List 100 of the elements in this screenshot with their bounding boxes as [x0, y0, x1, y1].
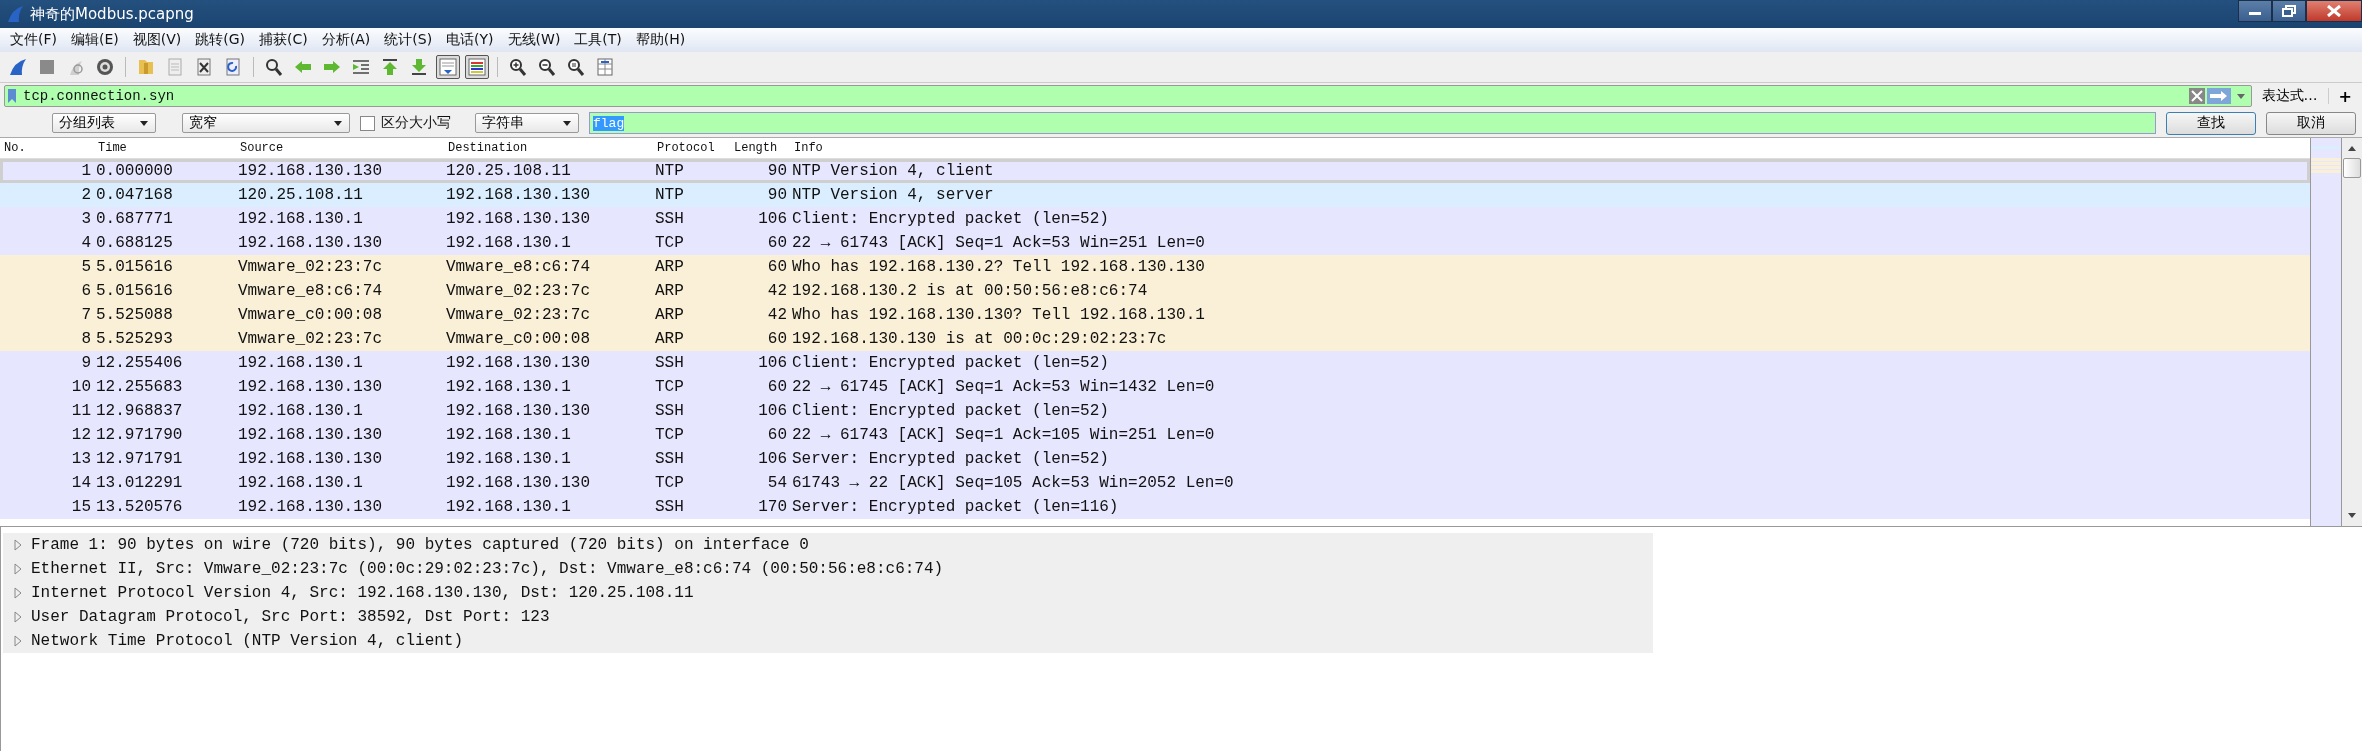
clear-icon[interactable] — [2188, 88, 2205, 104]
table-cell-text: Who has 192.168.130.2? Tell 192.168.130.130 — [791, 258, 1206, 276]
packet-row[interactable]: 14 13.012291 192.168.130.1 192.168.130.130 TCP 54 61743 → 22 [ACK] Seq=105 Ack=53 Win=2052 Len=0 — [0, 471, 2310, 495]
menu-item[interactable]: 统计(S) — [378, 31, 441, 49]
table-cell-text: 5.525088 — [95, 306, 174, 324]
column-header[interactable]: No. — [0, 141, 94, 155]
packet-row[interactable]: 3 0.687771 192.168.130.1 192.168.130.130 SSH 106 Client: Encrypted packet (len=52) — [0, 207, 2310, 231]
cancel-button[interactable]: 取消 — [2266, 111, 2356, 135]
table-cell-text: 42 — [766, 306, 788, 324]
table-cell-text: Server: Encrypted packet (len=116) — [791, 498, 1120, 516]
find-button[interactable]: 查找 — [2166, 111, 2256, 135]
table-cell-text: 192.168.130.130 — [237, 234, 384, 252]
table-cell-text: 1 — [80, 162, 92, 180]
display-filter-field[interactable]: tcp.connection.syn — [4, 85, 2252, 107]
table-cell-text: 15 — [70, 498, 92, 516]
character-width-dropdown[interactable]: 宽窄 — [182, 113, 350, 133]
table-cell-text: Client: Encrypted packet (len=52) — [791, 354, 1110, 372]
minimize-button[interactable] — [2238, 0, 2272, 22]
menu-item[interactable]: 工具(T) — [568, 31, 630, 49]
table-cell-text: SSH — [654, 498, 685, 516]
table-cell-text: 5.015616 — [95, 282, 174, 300]
table-cell-text: 192.168.130.1 — [445, 378, 572, 396]
table-cell-text: Vmware_c0:00:08 — [445, 330, 592, 348]
colorize-icon[interactable] — [465, 55, 489, 79]
packet-row[interactable]: 12 12.971790 192.168.130.130 192.168.130.1 TCP 60 22 → 61743 [ACK] Seq=1 Ack=105 Win=251 Len=0 — [0, 423, 2310, 447]
detail-item[interactable]: Network Time Protocol (NTP Version 4, client) — [31, 632, 464, 650]
table-cell-text: 12.971790 — [95, 426, 184, 444]
table-cell-text: SSH — [654, 450, 685, 468]
packet-row[interactable]: 2 0.047168 120.25.108.11 192.168.130.130 NTP 90 NTP Version 4, server — [0, 183, 2310, 207]
column-header[interactable]: Length — [732, 141, 790, 155]
collapsed-arrow-icon[interactable] — [13, 587, 23, 599]
table-cell-text: 192.168.130.1 — [237, 354, 364, 372]
table-cell-text: 22 → 61743 [ACK] Seq=1 Ack=105 Win=251 Len=0 — [791, 426, 1216, 444]
table-cell-text: 14 — [70, 474, 92, 492]
column-header[interactable]: Destination — [444, 141, 653, 155]
column-header[interactable]: Info — [790, 141, 2310, 155]
menu-item[interactable]: 跳转(G) — [189, 31, 254, 49]
table-cell-text: 22 → 61743 [ACK] Seq=1 Ack=53 Win=251 Len=0 — [791, 234, 1206, 252]
packet-row[interactable]: 15 13.520576 192.168.130.130 192.168.130.1 SSH 170 Server: Encrypted packet (len=116) — [0, 495, 2310, 519]
menu-item[interactable]: 无线(W) — [501, 31, 569, 49]
scroll-up-icon[interactable] — [2347, 144, 2357, 152]
packet-row[interactable]: 7 5.525088 Vmware_c0:00:08 Vmware_02:23:7c ARP 42 Who has 192.168.130.130? Tell 192.168.130.1 — [0, 303, 2310, 327]
table-cell-text: 192.168.130.130 — [445, 186, 592, 204]
table-cell-text: 90 — [766, 186, 788, 204]
scroll-down-icon[interactable] — [2347, 512, 2357, 520]
table-cell-text: 12.971791 — [95, 450, 184, 468]
menu-item[interactable]: 文件(F) — [4, 31, 65, 49]
table-cell-text: Client: Encrypted packet (len=52) — [791, 402, 1110, 420]
table-cell-text: 10 — [70, 378, 92, 396]
column-header[interactable]: Time — [94, 141, 236, 155]
packet-row[interactable]: 6 5.015616 Vmware_e8:c6:74 Vmware_02:23:7c ARP 42 192.168.130.2 is at 00:50:56:e8:c6:74 — [0, 279, 2310, 303]
restore-icon — [2282, 5, 2296, 17]
table-cell-text: NTP Version 4, client — [791, 162, 995, 180]
menu-item[interactable]: 编辑(E) — [65, 31, 127, 49]
packet-row[interactable]: 10 12.255683 192.168.130.130 192.168.130.1 TCP 60 22 → 61745 [ACK] Seq=1 Ack=53 Win=1432 Len=0 — [0, 375, 2310, 399]
packet-row[interactable]: 8 5.525293 Vmware_02:23:7c Vmware_c0:00:08 ARP 60 192.168.130.130 is at 00:0c:29:02:23:7c — [0, 327, 2310, 351]
table-cell-text: Vmware_02:23:7c — [445, 282, 592, 300]
menu-item[interactable]: 视图(V) — [126, 31, 190, 49]
table-cell-text: 192.168.130.1 — [237, 402, 364, 420]
collapsed-arrow-icon[interactable] — [13, 563, 23, 575]
restore-button[interactable] — [2272, 0, 2306, 22]
packet-row[interactable]: 5 5.015616 Vmware_02:23:7c Vmware_e8:c6:74 ARP 60 Who has 192.168.130.2? Tell 192.168.130.130 — [0, 255, 2310, 279]
packet-row[interactable]: 4 0.688125 192.168.130.130 192.168.130.1 TCP 60 22 → 61743 [ACK] Seq=1 Ack=53 Win=251 Len=0 — [0, 231, 2310, 255]
table-cell-text: 13 — [70, 450, 92, 468]
collapsed-arrow-icon[interactable] — [13, 611, 23, 623]
table-cell-text: 0.688125 — [95, 234, 174, 252]
table-cell-text: 192.168.130.1 — [445, 498, 572, 516]
packet-row[interactable]: 9 12.255406 192.168.130.1 192.168.130.130 SSH 106 Client: Encrypted packet (len=52) — [0, 351, 2310, 375]
menu-item[interactable]: 分析(A) — [315, 31, 379, 49]
menu-item[interactable]: 捕获(C) — [253, 31, 316, 49]
table-cell-text: Vmware_c0:00:08 — [237, 306, 384, 324]
table-cell-text: 7 — [80, 306, 92, 324]
table-cell-text: Who has 192.168.130.130? Tell 192.168.130.1 — [791, 306, 1206, 324]
collapsed-arrow-icon[interactable] — [13, 635, 23, 647]
table-cell-text: TCP — [654, 234, 685, 252]
table-cell-text: 0.047168 — [95, 186, 174, 204]
table-cell-text: 60 — [766, 378, 788, 396]
table-cell-text: 12.255683 — [95, 378, 184, 396]
search-type-dropdown[interactable]: 字符串 — [475, 113, 579, 133]
packet-row[interactable]: 13 12.971791 192.168.130.130 192.168.130.1 SSH 106 Server: Encrypted packet (len=52) — [0, 447, 2310, 471]
collapsed-arrow-icon[interactable] — [13, 539, 23, 551]
add-filter-button[interactable]: + — [2334, 86, 2356, 106]
table-cell-text: 192.168.130.130 — [445, 354, 592, 372]
case-sensitive-checkbox[interactable] — [360, 115, 375, 131]
search-in-dropdown[interactable]: 分组列表 — [52, 113, 156, 133]
table-cell-text: ARP — [654, 306, 685, 324]
packet-row[interactable]: 11 12.968837 192.168.130.1 192.168.130.130 SSH 106 Client: Encrypted packet (len=52) — [0, 399, 2310, 423]
menu-item[interactable]: 电话(Y) — [440, 31, 502, 49]
table-cell-text: TCP — [654, 426, 685, 444]
close-button[interactable] — [2306, 0, 2362, 22]
expression-button[interactable]: 表达式… — [2257, 87, 2322, 105]
column-header[interactable]: Source — [236, 141, 444, 155]
table-cell-text: 6 — [80, 282, 92, 300]
autoscroll-icon[interactable] — [436, 55, 460, 79]
scrollbar[interactable] — [2342, 138, 2362, 526]
menu-item[interactable]: 帮助(H) — [629, 31, 694, 49]
packet-row[interactable]: 1 0.000000 192.168.130.130 120.25.108.11 NTP 90 NTP Version 4, client — [0, 159, 2310, 183]
scrollbar-thumb[interactable] — [2343, 158, 2361, 178]
column-header[interactable]: Protocol — [653, 141, 732, 155]
table-cell-text: 22 → 61745 [ACK] Seq=1 Ack=53 Win=1432 Len=0 — [791, 378, 1216, 396]
